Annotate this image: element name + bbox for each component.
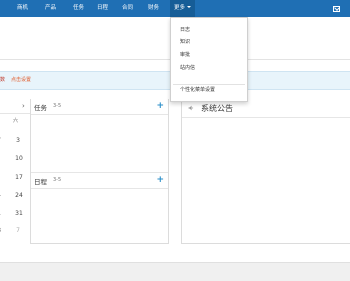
menu-item-personalize[interactable]: 个性化菜单设置 xyxy=(180,87,215,93)
tasks-label: 任务 xyxy=(34,104,47,112)
nav-item-more-label: 更多 xyxy=(174,5,186,11)
calendar-next-icon[interactable]: › xyxy=(22,102,25,110)
schedule-header: 日程 3-5 + xyxy=(31,172,168,189)
menu-item-messages[interactable]: 站内信 xyxy=(180,65,195,71)
nav-item-finance[interactable]: 财务 xyxy=(148,0,159,17)
top-nav-bar: 商机 产品 任务 日程 合同 财务 更多 xyxy=(0,0,350,17)
announcement-title: 系统公告 xyxy=(201,104,233,113)
calendar-day[interactable]: 10 xyxy=(13,155,25,162)
calendar-day[interactable]: 3 xyxy=(12,137,24,144)
calendar-weekday: 六 xyxy=(13,118,19,124)
nav-item-opportunities[interactable]: 商机 xyxy=(17,0,28,17)
tasks-schedule-panel: 任务 3-5 + 日程 3-5 + xyxy=(30,99,169,244)
calendar-day[interactable]: 1 xyxy=(0,210,5,217)
schedule-range: 3-5 xyxy=(53,177,62,183)
more-dropdown-menu: 日志 知识 审批 站内信 个性化菜单设置 xyxy=(170,17,248,102)
tasks-header: 任务 3-5 + xyxy=(31,99,168,115)
add-schedule-icon[interactable]: + xyxy=(156,174,164,186)
nav-item-tasks[interactable]: 任务 xyxy=(73,0,84,17)
tasks-range: 3-5 xyxy=(53,103,62,109)
announcement-panel: 系统公告 xyxy=(181,99,350,244)
calendar-day[interactable]: 17 xyxy=(13,174,25,181)
calendar-day[interactable]: 24 xyxy=(13,192,25,199)
menu-item-approval[interactable]: 审批 xyxy=(180,52,190,58)
footer-area xyxy=(0,262,350,281)
calendar-divider xyxy=(0,113,30,114)
nav-item-schedule[interactable]: 日程 xyxy=(97,0,108,17)
calendar-day[interactable]: 7 xyxy=(0,137,5,144)
notice-bar-text: 数 xyxy=(0,77,6,83)
menu-item-logs[interactable]: 日志 xyxy=(180,27,190,33)
mini-calendar: › 六 7 4 1 8 3 10 17 24 31 7 xyxy=(0,99,30,249)
nav-item-products[interactable]: 产品 xyxy=(45,0,56,17)
nav-item-contracts[interactable]: 合同 xyxy=(122,0,133,17)
menu-divider xyxy=(173,84,245,85)
nav-item-more[interactable]: 更多 xyxy=(170,0,196,17)
calendar-day[interactable]: 8 xyxy=(0,227,5,234)
calendar-day[interactable]: 7 xyxy=(12,227,24,234)
chevron-down-icon xyxy=(187,6,192,8)
mail-icon[interactable] xyxy=(333,6,340,12)
calendar-day[interactable]: 4 xyxy=(0,192,5,199)
add-task-icon[interactable]: + xyxy=(156,100,164,112)
speaker-icon xyxy=(188,105,194,111)
notice-settings-link[interactable]: 点击设置 xyxy=(11,77,31,83)
schedule-label: 日程 xyxy=(34,178,47,186)
calendar-day[interactable]: 31 xyxy=(13,210,25,217)
menu-item-knowledge[interactable]: 知识 xyxy=(180,39,190,45)
